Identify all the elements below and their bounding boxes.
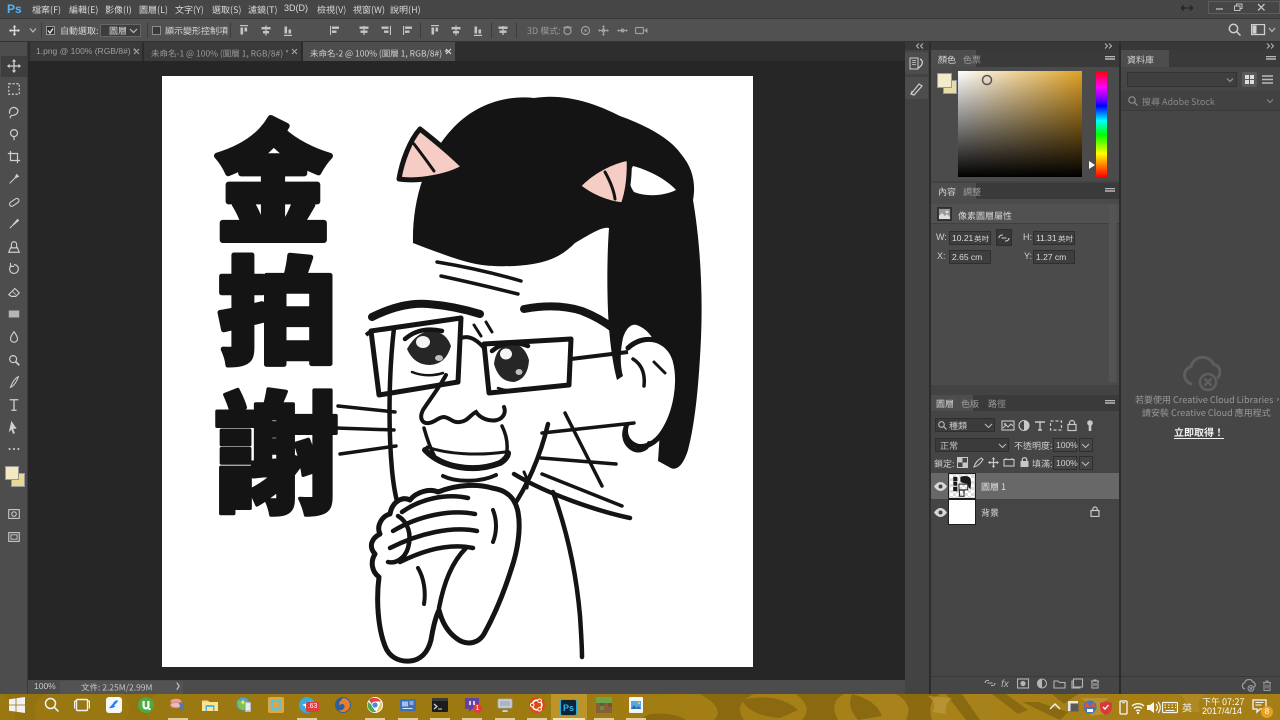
svg-text:fx: fx (1001, 679, 1010, 690)
svg-text:Ps: Ps (563, 703, 574, 713)
